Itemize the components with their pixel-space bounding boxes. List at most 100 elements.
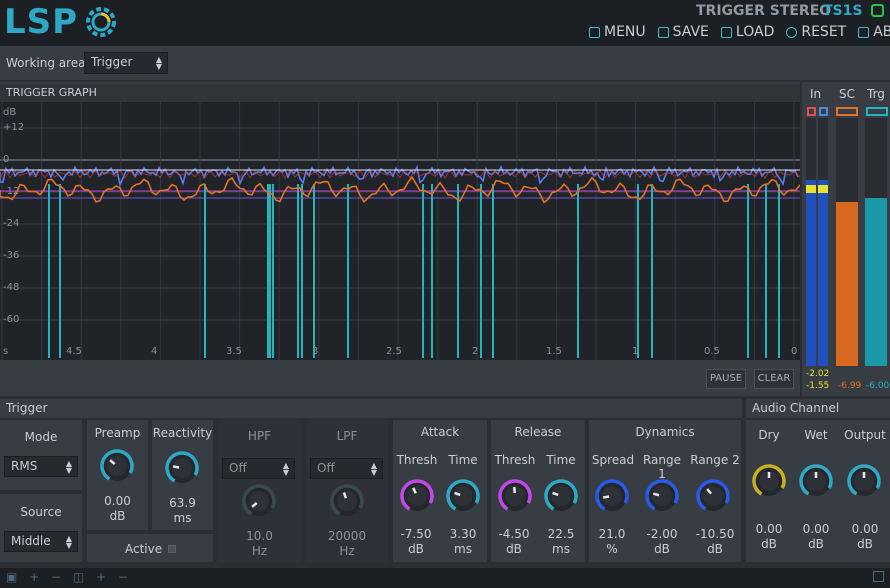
resize-icon[interactable] — [873, 571, 884, 582]
attack-thresh-unit: dB — [408, 542, 424, 556]
y-axis-label: -60 — [3, 314, 19, 325]
preamp-unit: dB — [109, 509, 126, 523]
spread-value: 21.0% — [589, 527, 635, 557]
y-axis-label: 0 — [3, 154, 9, 165]
release-thresh-value: -4.50 dB — [491, 527, 537, 557]
y-axis-label: -24 — [3, 218, 19, 229]
y-axis-label: dB — [3, 107, 16, 118]
release-thresh-number: -4.50 — [498, 527, 530, 541]
release-time-number: 22.5 — [547, 527, 575, 541]
meter-sc-toggle[interactable] — [836, 107, 858, 116]
active-led[interactable] — [168, 545, 176, 553]
dynamics-label: Dynamics — [635, 425, 695, 439]
meter-in-left-toggle[interactable] — [807, 107, 816, 116]
source-select[interactable]: Middle ▲ ▼ — [4, 531, 78, 552]
dry-number: 0.00 — [755, 522, 783, 536]
hpf-value: 10.0 Hz — [218, 529, 301, 559]
x-axis-label: 1.5 — [546, 346, 562, 357]
working-area-value: Trigger — [91, 55, 133, 69]
x-axis-label: 3.5 — [226, 346, 242, 357]
y-axis-label: +12 — [3, 122, 24, 133]
status-bar-icons: ▣ + − ◫ + − — [6, 570, 132, 584]
spin-arrows-icon: ▲ ▼ — [282, 461, 289, 477]
wet-unit: dB — [808, 537, 824, 551]
release-thresh-label: Thresh — [494, 453, 536, 467]
audio-channel-title: Audio Channel — [746, 399, 890, 418]
main-menu: MENU SAVE LOAD RESET ABOUT — [589, 24, 890, 40]
about-button[interactable]: ABOUT — [858, 24, 890, 40]
attack-thresh-value: -7.50 dB — [393, 527, 439, 557]
range2-unit: dB — [707, 542, 723, 556]
source-label: Source — [20, 505, 62, 519]
lpf-label: LPF — [336, 429, 358, 443]
graph-title: TRIGGER GRAPH — [0, 84, 800, 102]
attack-thresh-number: -7.50 — [400, 527, 432, 541]
pause-button[interactable]: PAUSE — [706, 369, 746, 389]
trigger-section-title: Trigger — [0, 399, 742, 418]
spread-unit: % — [606, 542, 618, 556]
lpf-mode-value: Off — [317, 461, 335, 475]
working-area-label: Working area — [6, 56, 86, 70]
attack-time-label: Time — [448, 453, 478, 467]
lpf-unit: Hz — [339, 544, 355, 558]
meter-in-value-2: -1.55 — [806, 381, 830, 391]
release-time-value: 22.5 ms — [538, 527, 584, 557]
spin-arrows-icon: ▲ ▼ — [155, 55, 162, 71]
x-axis-label: 4 — [151, 346, 157, 357]
menu-button[interactable]: MENU — [589, 24, 646, 40]
trigger-graph[interactable]: dB+120-12-24-36-48-60s 4.5 4 3.5 3 2.5 2 1.5 1 0.… — [0, 102, 800, 360]
meter-trg-toggle[interactable] — [866, 107, 888, 116]
plugin-code: TS1S — [823, 3, 863, 19]
dry-unit: dB — [761, 537, 777, 551]
mode-value: RMS — [11, 459, 38, 473]
power-icon[interactable] — [871, 4, 884, 17]
preamp-value: 0.00 dB — [87, 494, 148, 524]
lpf-mode-select[interactable]: Off ▲ ▼ — [310, 458, 383, 479]
source-value: Middle — [11, 534, 51, 548]
save-button[interactable]: SAVE — [657, 24, 709, 40]
menu-label: MENU — [604, 24, 646, 40]
spin-arrows-icon: ▲ ▼ — [65, 459, 72, 475]
y-axis-label: -36 — [3, 250, 19, 261]
lpf-number: 20000 — [327, 529, 367, 543]
load-button[interactable]: LOAD — [720, 24, 774, 40]
x-axis-label: 2.5 — [386, 346, 402, 357]
x-axis-label: 0.5 — [704, 346, 720, 357]
x-axis-label: 2 — [472, 346, 478, 357]
hpf-mode-value: Off — [229, 461, 247, 475]
x-axis-label: 0 — [791, 346, 797, 357]
hpf-label: HPF — [247, 429, 272, 443]
spin-arrows-icon: ▲ ▼ — [65, 534, 72, 550]
reset-label: RESET — [801, 24, 847, 40]
level-meters — [806, 118, 887, 366]
reactivity-label: Reactivity — [152, 426, 213, 440]
range2-value: -10.50 dB — [690, 527, 740, 557]
range1-number: -2.00 — [646, 527, 678, 541]
attack-thresh-label: Thresh — [396, 453, 438, 467]
range1-label: Range 1 — [642, 453, 682, 481]
hpf-mode-select[interactable]: Off ▲ ▼ — [222, 458, 295, 479]
wet-number: 0.00 — [802, 522, 830, 536]
lsp-logo: LSP — [4, 2, 119, 42]
clear-button[interactable]: CLEAR — [754, 369, 794, 389]
hpf-number: 10.0 — [246, 529, 273, 543]
meter-trg-value: -6.00 — [866, 381, 890, 391]
meter-trg-label: Trg — [867, 87, 885, 101]
plugin-name: TRIGGER STEREO — [696, 3, 832, 19]
hpf-unit: Hz — [251, 544, 268, 558]
range2-label: Range 2 — [690, 453, 740, 467]
meter-in-right-toggle[interactable] — [819, 107, 828, 116]
reactivity-unit: ms — [173, 511, 192, 525]
save-icon — [657, 26, 669, 38]
dry-label: Dry — [758, 428, 780, 442]
about-label: ABOUT — [873, 24, 890, 40]
reset-button[interactable]: RESET — [786, 24, 846, 40]
mode-select[interactable]: RMS ▲ ▼ — [4, 456, 78, 477]
save-label: SAVE — [672, 24, 709, 40]
spread-number: 21.0 — [598, 527, 626, 541]
attack-time-value: 3.30 ms — [440, 527, 486, 557]
gear-logo-icon — [86, 7, 116, 37]
meter-in-label: In — [810, 87, 822, 101]
about-icon — [858, 26, 870, 38]
working-area-select[interactable]: Trigger ▲ ▼ — [84, 52, 168, 74]
